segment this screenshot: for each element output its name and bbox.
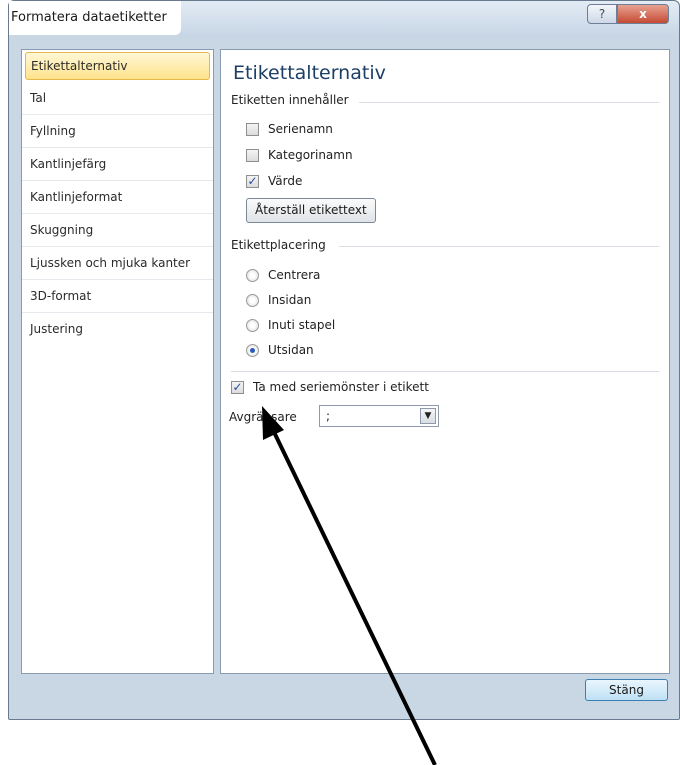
section-label-contains: Etiketten innehåller <box>231 93 349 107</box>
checkbox-label: Serienamn <box>268 122 333 136</box>
sidebar-item-tal[interactable]: Tal <box>22 82 213 115</box>
close-button[interactable]: Stäng <box>585 679 668 701</box>
radio-centrera[interactable] <box>246 268 259 282</box>
sidebar-item-kantlinjefarg[interactable]: Kantlinjefärg <box>22 148 213 181</box>
radio-row-utsidan[interactable]: Utsidan <box>246 343 314 357</box>
chevron-down-icon[interactable]: ▼ <box>420 408 436 424</box>
section-label-placement: Etikettplacering <box>231 238 326 252</box>
radio-label: Utsidan <box>268 343 314 357</box>
checkbox-legend-key[interactable]: ✓ <box>231 380 244 394</box>
sidebar-item-ljussken[interactable]: Ljussken och mjuka kanter <box>22 247 213 280</box>
separator-dropdown[interactable]: ; ▼ <box>319 405 439 427</box>
radio-row-centrera[interactable]: Centrera <box>246 268 320 282</box>
radio-label: Centrera <box>268 268 321 282</box>
section-divider <box>339 246 659 247</box>
sidebar-item-fyllning[interactable]: Fyllning <box>22 115 213 148</box>
format-data-labels-dialog: Formatera dataetiketter ? x Etikettalter… <box>8 0 680 720</box>
checkbox-label: Kategorinamn <box>268 148 353 162</box>
checkbox-row-kategorinamn[interactable]: Kategorinamn <box>246 148 353 162</box>
panel-title: Etikettalternativ <box>233 62 386 84</box>
help-button[interactable]: ? <box>587 4 617 24</box>
separator-value: ; <box>326 409 331 423</box>
radio-label: Inuti stapel <box>268 318 336 332</box>
radio-row-insidan[interactable]: Insidan <box>246 293 311 307</box>
options-panel: Etikettalternativ Etiketten innehåller S… <box>220 49 670 674</box>
radio-insidan[interactable] <box>246 293 259 307</box>
sidebar-item-justering[interactable]: Justering <box>22 313 213 346</box>
section-divider <box>231 371 659 372</box>
legend-key-row[interactable]: ✓ Ta med seriemönster i etikett <box>231 380 429 394</box>
category-sidebar: Etikettalternativ Tal Fyllning Kantlinje… <box>21 49 214 674</box>
sidebar-item-kantlinjeformat[interactable]: Kantlinjeformat <box>22 181 213 214</box>
radio-label: Insidan <box>268 293 312 307</box>
checkbox-row-varde[interactable]: ✓ Värde <box>246 174 302 188</box>
sidebar-item-etikettalternativ[interactable]: Etikettalternativ <box>25 52 210 80</box>
radio-inuti-stapel[interactable] <box>246 318 259 332</box>
checkbox-serienamn[interactable] <box>246 122 259 136</box>
checkbox-kategorinamn[interactable] <box>246 148 259 162</box>
reset-label-text-button[interactable]: Återställ etikettext <box>246 198 376 223</box>
title-bar[interactable]: Formatera dataetiketter ? x <box>9 1 679 35</box>
window-title: Formatera dataetiketter <box>9 1 181 35</box>
radio-row-inuti-stapel[interactable]: Inuti stapel <box>246 318 335 332</box>
checkbox-varde[interactable]: ✓ <box>246 174 259 188</box>
checkbox-label: Värde <box>268 174 303 188</box>
close-window-button[interactable]: x <box>617 4 669 24</box>
section-divider <box>359 102 659 103</box>
separator-label: Avgränsare <box>229 410 297 424</box>
sidebar-item-3d-format[interactable]: 3D-format <box>22 280 213 313</box>
checkbox-label: Ta med seriemönster i etikett <box>253 380 429 394</box>
checkbox-row-serienamn[interactable]: Serienamn <box>246 122 333 136</box>
sidebar-item-skuggning[interactable]: Skuggning <box>22 214 213 247</box>
radio-utsidan[interactable] <box>246 343 259 357</box>
